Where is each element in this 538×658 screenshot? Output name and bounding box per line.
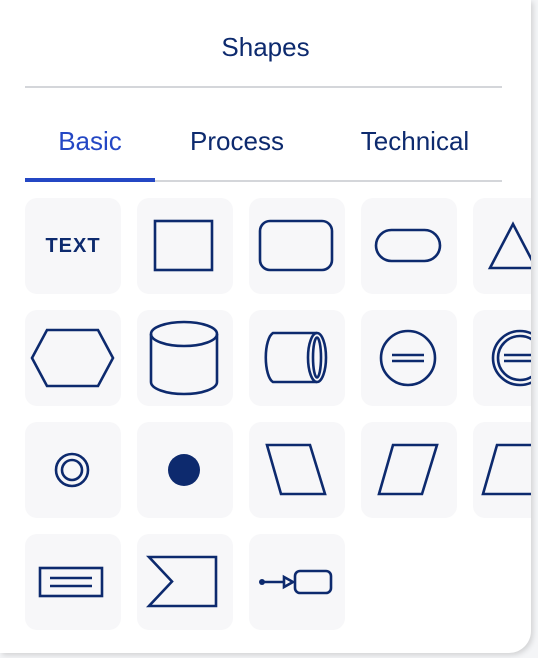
panel-title: Shapes [221, 32, 310, 62]
shape-parallelogram-right[interactable] [361, 422, 457, 518]
shape-hexagon[interactable] [25, 310, 121, 406]
trapezoid-icon [481, 443, 531, 496]
cylinder-icon [149, 320, 219, 396]
shape-cylinder[interactable] [137, 310, 233, 406]
parallelogram-left-icon [265, 443, 327, 496]
title-divider [25, 86, 502, 88]
hexagon-icon [30, 328, 115, 388]
tab-basic[interactable]: Basic [25, 122, 155, 182]
shape-chevron-step[interactable] [137, 534, 233, 630]
shape-category-tabs: Basic Process Technical [25, 122, 502, 182]
parallelogram-right-icon [377, 443, 439, 496]
shapes-panel: Shapes Basic Process Technical TEXT [0, 0, 531, 653]
shape-triangle[interactable] [473, 198, 531, 294]
triangle-icon [487, 221, 531, 270]
shape-rounded-rectangle[interactable] [249, 198, 345, 294]
shape-parallelogram-left[interactable] [249, 422, 345, 518]
shape-trapezoid[interactable] [473, 422, 531, 518]
shape-filled-circle[interactable] [137, 422, 233, 518]
pill-icon [374, 228, 442, 263]
shape-text[interactable]: TEXT [25, 198, 121, 294]
shape-circle-divided[interactable] [361, 310, 457, 406]
shape-double-circle-divided[interactable] [473, 310, 531, 406]
shape-connector-node[interactable] [249, 534, 345, 630]
tab-process[interactable]: Process [175, 122, 299, 178]
double-circle-divided-icon [491, 329, 531, 387]
rounded-rectangle-icon [258, 219, 334, 272]
text-shape-label: TEXT [45, 234, 101, 257]
shape-pill[interactable] [361, 198, 457, 294]
filled-circle-icon [168, 454, 200, 486]
horizontal-cylinder-icon [264, 331, 328, 384]
rectangle-icon [153, 219, 214, 272]
circle-divided-icon [379, 329, 437, 387]
tab-technical[interactable]: Technical [340, 122, 490, 178]
note-card-icon [38, 566, 104, 598]
shape-rectangle[interactable] [137, 198, 233, 294]
connector-node-icon [259, 569, 333, 595]
double-circle-icon [54, 452, 90, 488]
shape-note-card[interactable] [25, 534, 121, 630]
shape-double-circle[interactable] [25, 422, 121, 518]
shape-horizontal-cylinder[interactable] [249, 310, 345, 406]
chevron-step-icon [145, 555, 218, 608]
